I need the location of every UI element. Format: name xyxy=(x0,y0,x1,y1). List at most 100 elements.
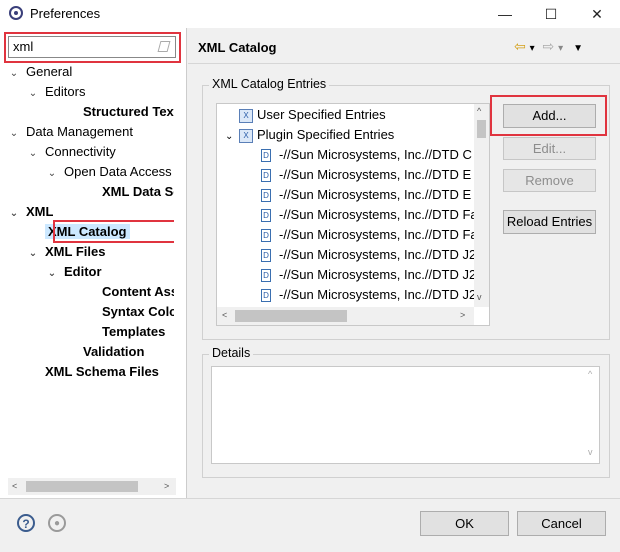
tree-item[interactable]: ⌄ Data Management xyxy=(8,122,133,142)
scroll-thumb[interactable] xyxy=(26,481,138,492)
tree-item[interactable]: ⌄ XML xyxy=(8,202,54,222)
scroll-left-icon[interactable]: < xyxy=(12,481,17,491)
dtd-entry[interactable]: D -//Sun Microsystems, Inc.//DTD Fa xyxy=(261,205,478,225)
expand-chevron-icon[interactable]: ⌄ xyxy=(46,164,58,182)
entries-horizontal-scrollbar[interactable]: < > xyxy=(217,307,474,325)
dtd-entry[interactable]: D -//Sun Microsystems, Inc.//DTD C xyxy=(261,145,472,165)
dtd-file-icon: D xyxy=(261,229,271,243)
forward-arrow-icon[interactable]: ⇨ xyxy=(543,38,555,54)
entry-label: -//Sun Microsystems, Inc.//DTD E xyxy=(279,187,472,202)
dtd-entry[interactable]: D -//Sun Microsystems, Inc.//DTD J2 xyxy=(261,245,476,265)
dtd-entry[interactable]: D -//Sun Microsystems, Inc.//DTD J2 xyxy=(261,265,476,285)
entry-label: -//Sun Microsystems, Inc.//DTD Fa xyxy=(279,207,478,222)
catalog-entries-tree[interactable]: X User Specified Entries ⌄ X Plugin Specifie… xyxy=(216,103,490,326)
dtd-file-icon: D xyxy=(261,169,271,183)
back-arrow-icon[interactable]: ⇦ xyxy=(514,38,526,54)
expand-chevron-icon[interactable]: ⌄ xyxy=(46,264,58,282)
entry-label: -//Sun Microsystems, Inc.//DTD J2 xyxy=(279,247,477,262)
tree-item[interactable]: Templates xyxy=(84,322,165,342)
entries-vertical-scrollbar[interactable]: ^ v xyxy=(474,104,489,307)
collapse-chevron-icon[interactable]: ⌄ xyxy=(225,127,239,147)
header-separator xyxy=(188,63,620,64)
expand-chevron-icon[interactable]: ⌄ xyxy=(8,204,20,222)
scroll-up-icon[interactable]: ^ xyxy=(588,369,592,379)
dtd-entry[interactable]: D -//Sun Microsystems, Inc.//DTD E xyxy=(261,165,471,185)
edit-button[interactable]: Edit... xyxy=(503,137,596,160)
tree-item-label: Data Management xyxy=(26,124,133,139)
tree-item-label: XML Data Set xyxy=(102,184,174,199)
tree-item[interactable]: ⌄ Editors xyxy=(27,82,86,102)
scroll-right-icon[interactable]: > xyxy=(460,310,465,320)
tree-item-label: Editors xyxy=(45,84,86,99)
dtd-file-icon: D xyxy=(261,149,271,163)
tree-item-label: Content Assis xyxy=(102,284,174,299)
tree-item[interactable]: ⌄ Connectivity xyxy=(27,142,116,162)
reload-entries-button[interactable]: Reload Entries xyxy=(503,210,596,234)
tree-item-label: Templates xyxy=(102,324,166,339)
scroll-thumb[interactable] xyxy=(477,120,486,138)
catalog-node[interactable]: X User Specified Entries xyxy=(225,105,386,125)
scroll-thumb[interactable] xyxy=(235,310,347,322)
tree-horizontal-scrollbar[interactable]: < > xyxy=(8,478,176,495)
dtd-file-icon: D xyxy=(261,269,271,283)
maximize-button[interactable]: ☐ xyxy=(528,0,574,28)
expand-chevron-icon[interactable]: ⌄ xyxy=(27,144,39,162)
expand-chevron-icon[interactable]: ⌄ xyxy=(8,124,20,142)
catalog-node[interactable]: ⌄ X Plugin Specified Entries xyxy=(225,125,394,145)
tree-item-label: Open Data Access xyxy=(64,164,172,179)
scroll-left-icon[interactable]: < xyxy=(222,310,227,320)
ok-button[interactable]: OK xyxy=(420,511,509,536)
scroll-down-icon[interactable]: v xyxy=(477,292,482,302)
tree-item-label: XML xyxy=(26,204,54,219)
expand-chevron-icon[interactable]: ⌄ xyxy=(27,244,39,262)
import-export-icon[interactable]: ● xyxy=(48,514,66,532)
dtd-entry[interactable]: D -//Sun Microsystems, Inc.//DTD Fa xyxy=(261,225,478,245)
scroll-down-icon[interactable]: v xyxy=(588,447,593,457)
scroll-right-icon[interactable]: > xyxy=(164,481,169,491)
pane-splitter[interactable] xyxy=(186,28,187,498)
details-text-area[interactable]: ^ v xyxy=(211,366,600,464)
tree-item[interactable]: ⌄ General xyxy=(8,62,72,82)
xml-catalog-icon: X xyxy=(239,108,253,123)
tree-item[interactable]: ⌄ Open Data Access xyxy=(46,162,172,182)
tree-item-label: General xyxy=(26,64,73,79)
eclipse-app-icon xyxy=(9,6,23,20)
expand-chevron-icon[interactable]: ⌄ xyxy=(27,84,39,102)
dtd-entry[interactable]: D -//Sun Microsystems, Inc.//DTD E xyxy=(261,185,471,205)
entry-label: -//Sun Microsystems, Inc.//DTD E xyxy=(279,167,472,182)
tree-item[interactable]: XML Data Set xyxy=(84,182,174,202)
forward-history-dropdown-icon[interactable]: ▾ xyxy=(558,43,563,54)
dtd-file-icon: D xyxy=(261,289,271,303)
dtd-entry[interactable]: D -//Sun Microsystems, Inc.//DTD J2 xyxy=(261,285,476,305)
view-menu-icon[interactable]: ▼ xyxy=(573,43,583,54)
cancel-button[interactable]: Cancel xyxy=(517,511,606,536)
add-button-highlight-box xyxy=(490,95,607,136)
expand-chevron-icon[interactable]: ⌄ xyxy=(8,64,20,82)
scroll-up-icon[interactable]: ^ xyxy=(477,106,481,116)
xml-catalog-icon: X xyxy=(239,128,253,143)
tree-item-label: Structured Text E xyxy=(83,104,174,119)
tree-item[interactable]: Structured Text E xyxy=(65,102,174,122)
tree-item-label: Connectivity xyxy=(45,144,116,159)
filter-highlight-box xyxy=(4,32,181,63)
tree-item-label: XML Files xyxy=(45,244,106,259)
entry-label: Plugin Specified Entries xyxy=(257,127,395,142)
entry-label: -//Sun Microsystems, Inc.//DTD J2 xyxy=(279,287,477,302)
details-group-label: Details xyxy=(209,346,254,360)
catalog-entries-group-label: XML Catalog Entries xyxy=(209,77,330,91)
help-icon[interactable]: ? xyxy=(17,514,35,532)
tree-item-label: Validation xyxy=(83,344,145,359)
tree-item[interactable]: ⌄ Editor xyxy=(46,262,102,282)
remove-button[interactable]: Remove xyxy=(503,169,596,192)
tree-item-label: Editor xyxy=(64,264,102,279)
tree-item-label: XML Schema Files xyxy=(45,364,159,379)
tree-item[interactable]: Syntax Colori xyxy=(84,302,174,322)
tree-item[interactable]: Validation xyxy=(65,342,144,362)
tree-item[interactable]: XML Schema Files xyxy=(27,362,159,382)
back-history-dropdown-icon[interactable]: ▾ xyxy=(530,43,535,54)
tree-item[interactable]: Content Assis xyxy=(84,282,174,302)
close-button[interactable]: ✕ xyxy=(574,0,620,28)
tree-item-label: Syntax Colori xyxy=(102,304,174,319)
minimize-button[interactable]: — xyxy=(482,0,528,28)
tree-item[interactable]: ⌄ XML Files xyxy=(27,242,106,262)
